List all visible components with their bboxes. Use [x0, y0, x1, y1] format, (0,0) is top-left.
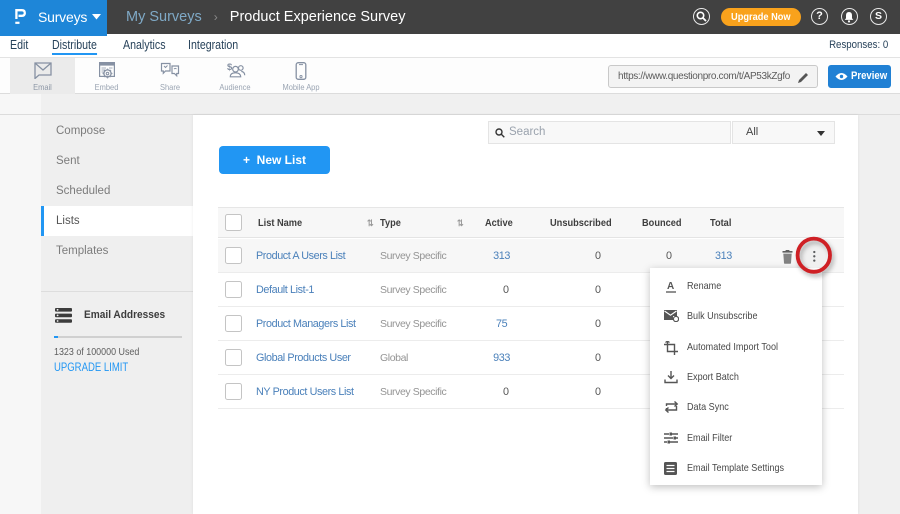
svg-text:A: A — [667, 281, 674, 292]
svg-text:$: $ — [227, 62, 233, 73]
